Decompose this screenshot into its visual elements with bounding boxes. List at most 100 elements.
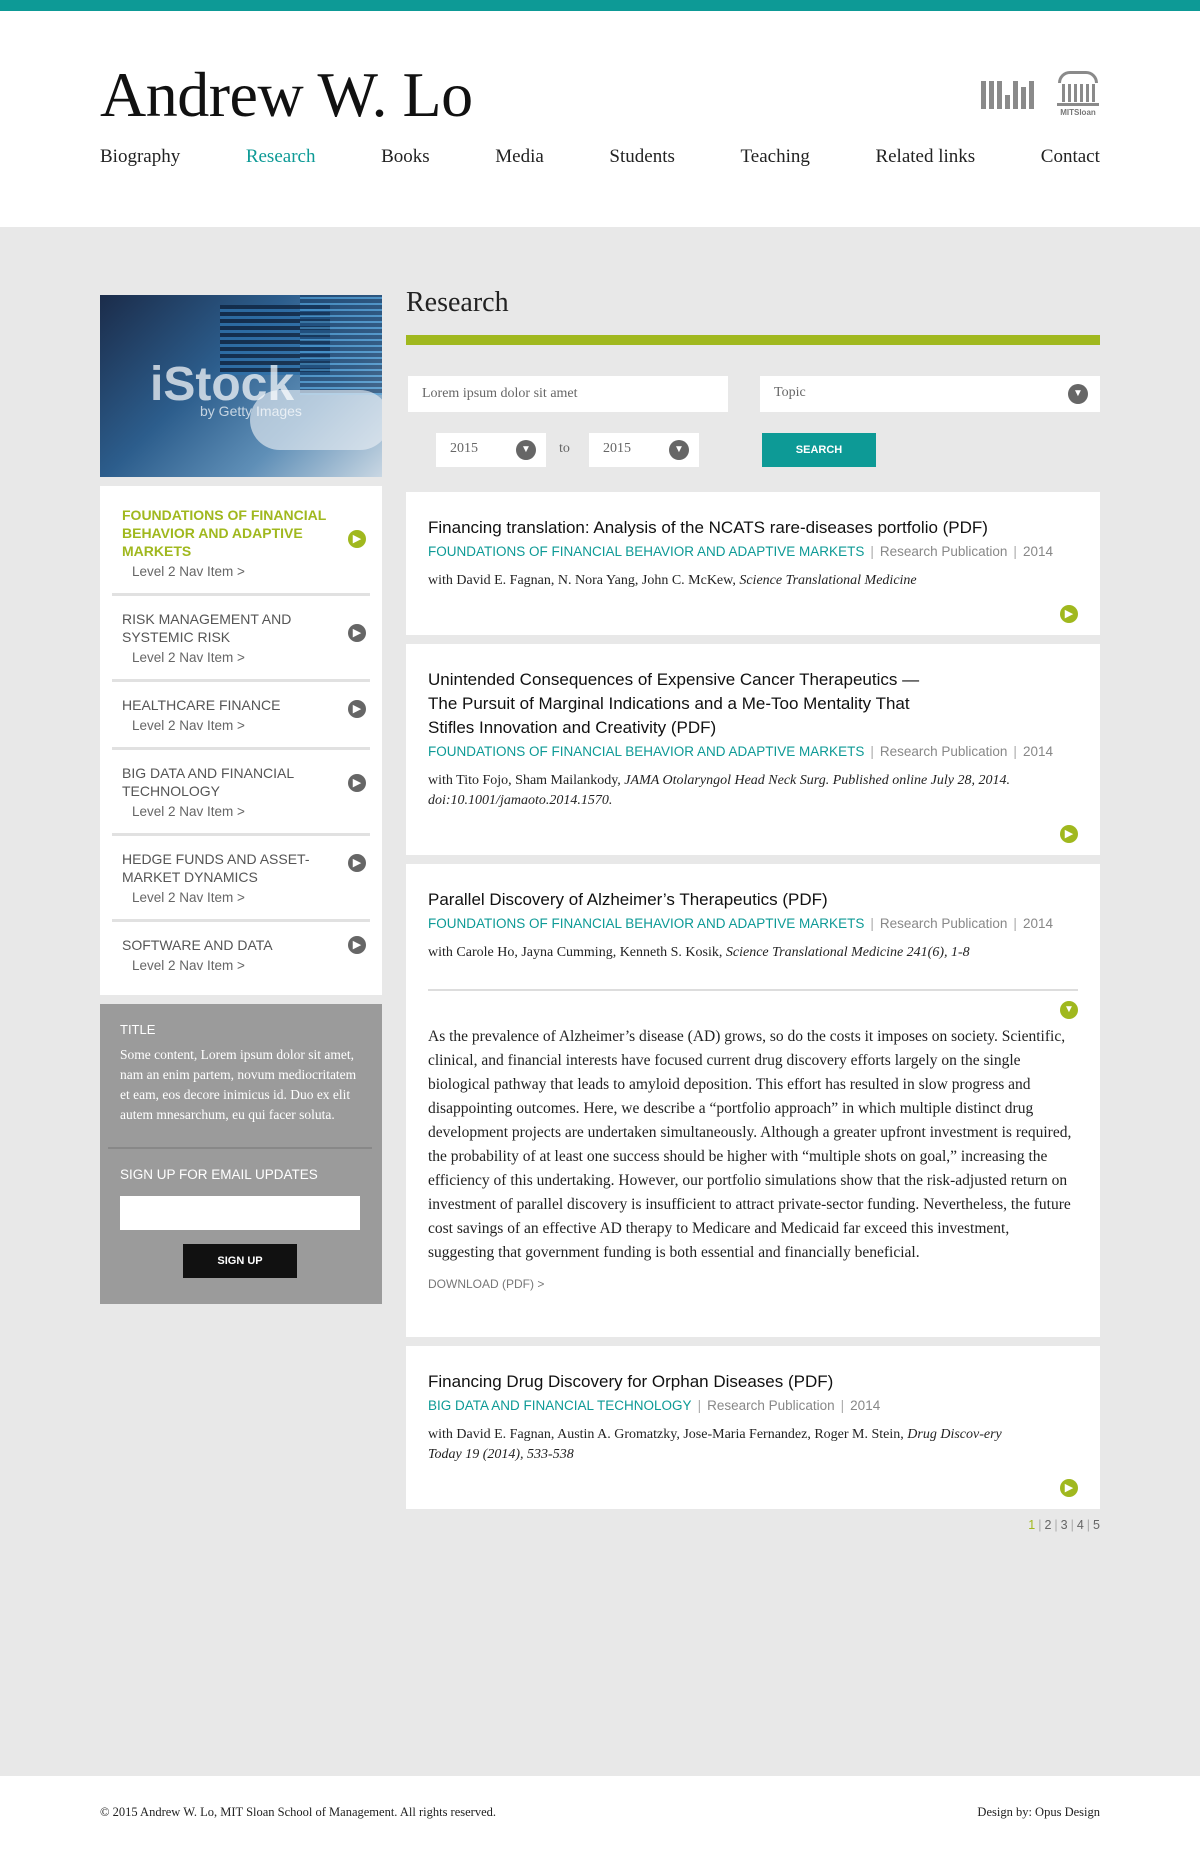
chevron-down-icon[interactable]: ▼ (1068, 384, 1088, 404)
result-type: Research Publication (879, 544, 1008, 559)
nav-media[interactable]: Media (495, 146, 544, 168)
chevron-right-icon[interactable]: ▶ (348, 774, 366, 792)
sidebar-subitem-link[interactable]: Level 2 Nav Item > (122, 650, 330, 665)
sloan-logo-text: MITSloan (1060, 108, 1096, 117)
result-type: Research Publication (879, 916, 1008, 931)
chevron-right-icon[interactable]: ▶ (348, 624, 366, 642)
chevron-down-icon[interactable]: ▼ (1060, 1001, 1078, 1019)
sidebar-subitem-link[interactable]: Level 2 Nav Item > (122, 890, 330, 905)
site-title[interactable]: Andrew W. Lo (100, 63, 473, 127)
sidebar-item-label: RISK MANAGEMENT AND SYSTEMIC RISK (122, 611, 292, 645)
sidebar-subitem-link[interactable]: Level 2 Nav Item > (122, 564, 330, 579)
year-to-value: 2015 (603, 441, 631, 456)
main-content: Research Topic ▼ 2015 ▼ to 2015 ▼ SEARCH… (406, 287, 1100, 1532)
signup-button[interactable]: SIGN UP (183, 1244, 297, 1278)
nav-teaching[interactable]: Teaching (740, 146, 809, 168)
year-to-select[interactable]: 2015 ▼ (589, 433, 699, 467)
result-topic-link[interactable]: FOUNDATIONS OF FINANCIAL BEHAVIOR AND AD… (428, 544, 864, 559)
page-link[interactable]: 1 (1028, 1518, 1035, 1532)
top-accent-bar (0, 0, 1200, 11)
nav-contact[interactable]: Contact (1041, 146, 1100, 168)
sidebar-item-healthcare-finance[interactable]: HEALTHCARE FINANCE Level 2 Nav Item > ▶ (112, 682, 370, 750)
nav-books[interactable]: Books (381, 146, 430, 168)
nav-research[interactable]: Research (246, 146, 316, 168)
site-header: Andrew W. Lo MITSloan Biography Research… (0, 11, 1200, 227)
sidebar-item-label: BIG DATA AND FINANCIAL TECHNOLOGY (122, 765, 294, 799)
sidebar-nav: FOUNDATIONS OF FINANCIAL BEHAVIOR AND AD… (100, 486, 382, 995)
topic-select-value: Topic (774, 385, 806, 400)
sidebar-subitem-link[interactable]: Level 2 Nav Item > (122, 718, 330, 733)
journal-text: Science Translational Medicine (739, 573, 917, 588)
result-meta: FOUNDATIONS OF FINANCIAL BEHAVIOR AND AD… (428, 744, 1053, 759)
search-button[interactable]: SEARCH (762, 433, 876, 467)
page-link[interactable]: 2 (1044, 1518, 1051, 1532)
sidebar-item-big-data[interactable]: BIG DATA AND FINANCIAL TECHNOLOGY Level … (112, 750, 370, 836)
design-credit[interactable]: Design by: Opus Design (977, 1805, 1100, 1820)
result-card: Financing Drug Discovery for Orphan Dise… (406, 1346, 1100, 1509)
sidebar-hero-image: iStock by Getty Images (100, 295, 382, 477)
sidebar-item-software-data[interactable]: SOFTWARE AND DATA Level 2 Nav Item > ▶ (112, 922, 370, 987)
download-pdf-link[interactable]: DOWNLOAD (PDF) > (428, 1277, 1078, 1291)
result-type: Research Publication (707, 1398, 835, 1413)
sidebar-item-hedge-funds[interactable]: HEDGE FUNDS AND ASSET-MARKET DYNAMICS Le… (112, 836, 370, 922)
copyright-text: © 2015 Andrew W. Lo, MIT Sloan School of… (100, 1805, 497, 1819)
signup-title: SIGN UP FOR EMAIL UPDATES (120, 1167, 318, 1182)
chevron-right-icon[interactable]: ▶ (348, 854, 366, 872)
mit-logo[interactable] (981, 81, 1034, 109)
result-year: 2014 (1022, 744, 1053, 759)
sidebar-subitem-link[interactable]: Level 2 Nav Item > (122, 804, 330, 819)
image-watermark-sub: by Getty Images (200, 403, 302, 419)
chevron-right-icon[interactable]: ▶ (1060, 605, 1078, 623)
authors-text: with Tito Fojo, Sham Mailankody, (428, 773, 625, 788)
nav-biography[interactable]: Biography (100, 146, 180, 168)
result-topic-link[interactable]: FOUNDATIONS OF FINANCIAL BEHAVIOR AND AD… (428, 744, 864, 759)
sidebar-subitem-link[interactable]: Level 2 Nav Item > (122, 958, 330, 973)
sidebar-item-risk-management[interactable]: RISK MANAGEMENT AND SYSTEMIC RISK Level … (112, 596, 370, 682)
page-link[interactable]: 4 (1077, 1518, 1084, 1532)
result-title-link[interactable]: Financing Drug Discovery for Orphan Dise… (428, 1370, 1078, 1394)
result-title-link[interactable]: Unintended Consequences of Expensive Can… (428, 668, 928, 740)
result-abstract: As the prevalence of Alzheimer’s disease… (428, 1028, 1072, 1261)
chevron-down-icon[interactable]: ▼ (516, 440, 536, 460)
result-topic-link[interactable]: FOUNDATIONS OF FINANCIAL BEHAVIOR AND AD… (428, 916, 864, 931)
page-link[interactable]: 5 (1093, 1518, 1100, 1532)
year-from-value: 2015 (450, 441, 478, 456)
sidebar: iStock by Getty Images FOUNDATIONS OF FI… (100, 295, 382, 1304)
result-card: Financing translation: Analysis of the N… (406, 492, 1100, 635)
result-title-link[interactable]: Parallel Discovery of Alzheimer’s Therap… (428, 888, 1078, 912)
result-authors: with Carole Ho, Jayna Cumming, Kenneth S… (428, 943, 1078, 963)
year-from-select[interactable]: 2015 ▼ (436, 433, 546, 467)
chevron-right-icon[interactable]: ▶ (348, 936, 366, 954)
chevron-right-icon[interactable]: ▶ (348, 530, 366, 548)
sidebar-item-label: HEDGE FUNDS AND ASSET-MARKET DYNAMICS (122, 851, 310, 885)
search-input[interactable] (408, 376, 728, 412)
page-link[interactable]: 3 (1061, 1518, 1068, 1532)
chevron-right-icon[interactable]: ▶ (1060, 825, 1078, 843)
result-meta: FOUNDATIONS OF FINANCIAL BEHAVIOR AND AD… (428, 916, 1053, 931)
result-authors: with Tito Fojo, Sham Mailankody, JAMA Ot… (428, 771, 1078, 811)
sidebar-item-label: FOUNDATIONS OF FINANCIAL BEHAVIOR AND AD… (122, 507, 327, 559)
main-nav: Biography Research Books Media Students … (100, 146, 1100, 168)
email-field[interactable] (120, 1196, 360, 1230)
result-year: 2014 (1022, 916, 1053, 931)
sidebar-item-foundations[interactable]: FOUNDATIONS OF FINANCIAL BEHAVIOR AND AD… (112, 492, 370, 596)
authors-text: with David E. Fagnan, N. Nora Yang, John… (428, 573, 740, 588)
chevron-down-icon[interactable]: ▼ (669, 440, 689, 460)
nav-related-links[interactable]: Related links (875, 146, 975, 168)
divider (108, 1147, 372, 1149)
result-card-expanded: Parallel Discovery of Alzheimer’s Therap… (406, 864, 1100, 1337)
sidebar-item-label: HEALTHCARE FINANCE (122, 697, 281, 713)
box-text: Some content, Lorem ipsum dolor sit amet… (120, 1047, 357, 1122)
result-type: Research Publication (879, 744, 1008, 759)
result-topic-link[interactable]: BIG DATA AND FINANCIAL TECHNOLOGY (428, 1398, 692, 1413)
result-title-link[interactable]: Financing translation: Analysis of the N… (428, 516, 1078, 540)
pagination: 1 | 2 | 3 | 4 | 5 (1028, 1518, 1100, 1532)
topic-select[interactable]: Topic ▼ (760, 376, 1100, 412)
result-meta: FOUNDATIONS OF FINANCIAL BEHAVIOR AND AD… (428, 544, 1053, 559)
search-form: Topic ▼ 2015 ▼ to 2015 ▼ SEARCH (406, 345, 1100, 467)
authors-text: with Carole Ho, Jayna Cumming, Kenneth S… (428, 945, 726, 960)
chevron-right-icon[interactable]: ▶ (348, 700, 366, 718)
nav-students[interactable]: Students (609, 146, 674, 168)
chevron-right-icon[interactable]: ▶ (1060, 1479, 1078, 1497)
mit-sloan-logo[interactable]: MITSloan (1056, 71, 1100, 117)
